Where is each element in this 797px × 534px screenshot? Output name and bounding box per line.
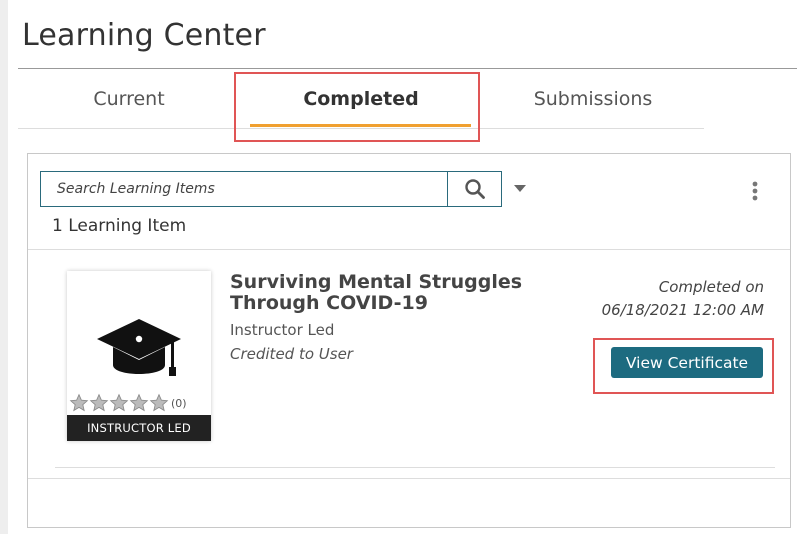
star-icon: [129, 393, 149, 412]
item-divider: [55, 467, 775, 468]
search-bar: [40, 171, 502, 207]
completion-date: Completed on 06/18/2021 12:00 AM: [601, 278, 764, 319]
tab-submissions[interactable]: Submissions: [482, 70, 704, 128]
highlight-box-completed-tab: [234, 72, 480, 142]
item-type: Instructor Led: [230, 321, 335, 339]
highlight-box-view-certificate: [593, 338, 774, 394]
tab-current[interactable]: Current: [18, 70, 240, 128]
page-title: Learning Center: [22, 18, 266, 53]
search-icon: [464, 179, 485, 199]
list-header-divider: [28, 249, 790, 250]
star-icon: [109, 393, 129, 412]
more-options-icon[interactable]: [748, 178, 762, 204]
list-footer-divider: [28, 478, 790, 479]
item-count: 1 Learning Item: [52, 216, 187, 236]
rating-count: (0): [171, 396, 187, 410]
graduation-cap-icon: [97, 319, 181, 376]
search-input[interactable]: [40, 171, 448, 207]
item-title-link[interactable]: Surviving Mental Struggles Through COVID…: [230, 272, 590, 314]
rating-stars: (0): [69, 393, 187, 413]
search-button[interactable]: [447, 171, 502, 207]
left-frame-edge: [0, 0, 8, 534]
item-credit-status: Credited to User: [230, 345, 353, 363]
thumbnail-type-label: INSTRUCTOR LED: [67, 415, 211, 441]
star-icon: [149, 393, 169, 412]
star-icon: [69, 393, 89, 412]
star-icon: [89, 393, 109, 412]
item-thumbnail[interactable]: (0) INSTRUCTOR LED: [67, 271, 211, 441]
title-divider: [18, 68, 797, 69]
chevron-down-icon[interactable]: [512, 182, 528, 194]
